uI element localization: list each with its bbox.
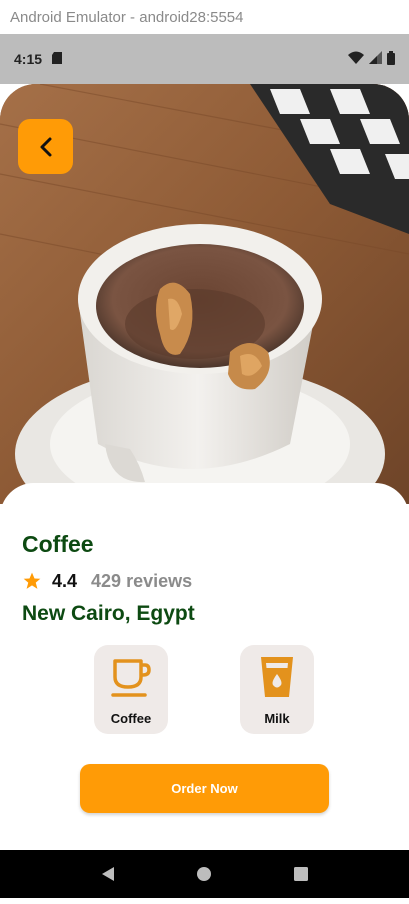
android-nav-bar xyxy=(0,850,409,898)
chevron-left-icon xyxy=(40,137,51,156)
nav-home-icon[interactable] xyxy=(196,866,212,882)
product-title: Coffee xyxy=(22,531,94,557)
bottom-strip xyxy=(0,898,409,904)
nav-back-icon[interactable] xyxy=(100,866,116,882)
emulator-title-bar: Android Emulator - android28:5554 xyxy=(0,0,409,34)
wifi-icon xyxy=(348,51,364,67)
back-button[interactable] xyxy=(18,119,73,174)
location-text: New Cairo, Egypt xyxy=(22,602,195,625)
reviews-count: 429 reviews xyxy=(91,570,193,591)
option-coffee[interactable]: Coffee xyxy=(94,645,168,734)
milk-glass-icon xyxy=(261,657,293,697)
nav-recents-icon[interactable] xyxy=(293,866,309,882)
rating-value: 4.4 xyxy=(52,570,78,591)
option-milk-label: Milk xyxy=(264,711,290,726)
rating-row: 4.4 429 reviews xyxy=(22,570,192,592)
sd-card-icon xyxy=(52,51,63,67)
window-title: Android Emulator - android28:5554 xyxy=(10,8,244,26)
order-now-button[interactable]: Order Now xyxy=(80,764,329,813)
coffee-cup-icon xyxy=(111,659,151,697)
signal-icon xyxy=(369,51,382,67)
status-bar: 4:15 xyxy=(0,34,409,84)
option-coffee-label: Coffee xyxy=(110,711,152,726)
option-milk[interactable]: Milk xyxy=(240,645,314,734)
star-icon xyxy=(23,572,41,589)
status-time: 4:15 xyxy=(14,51,43,67)
battery-icon xyxy=(387,50,395,68)
